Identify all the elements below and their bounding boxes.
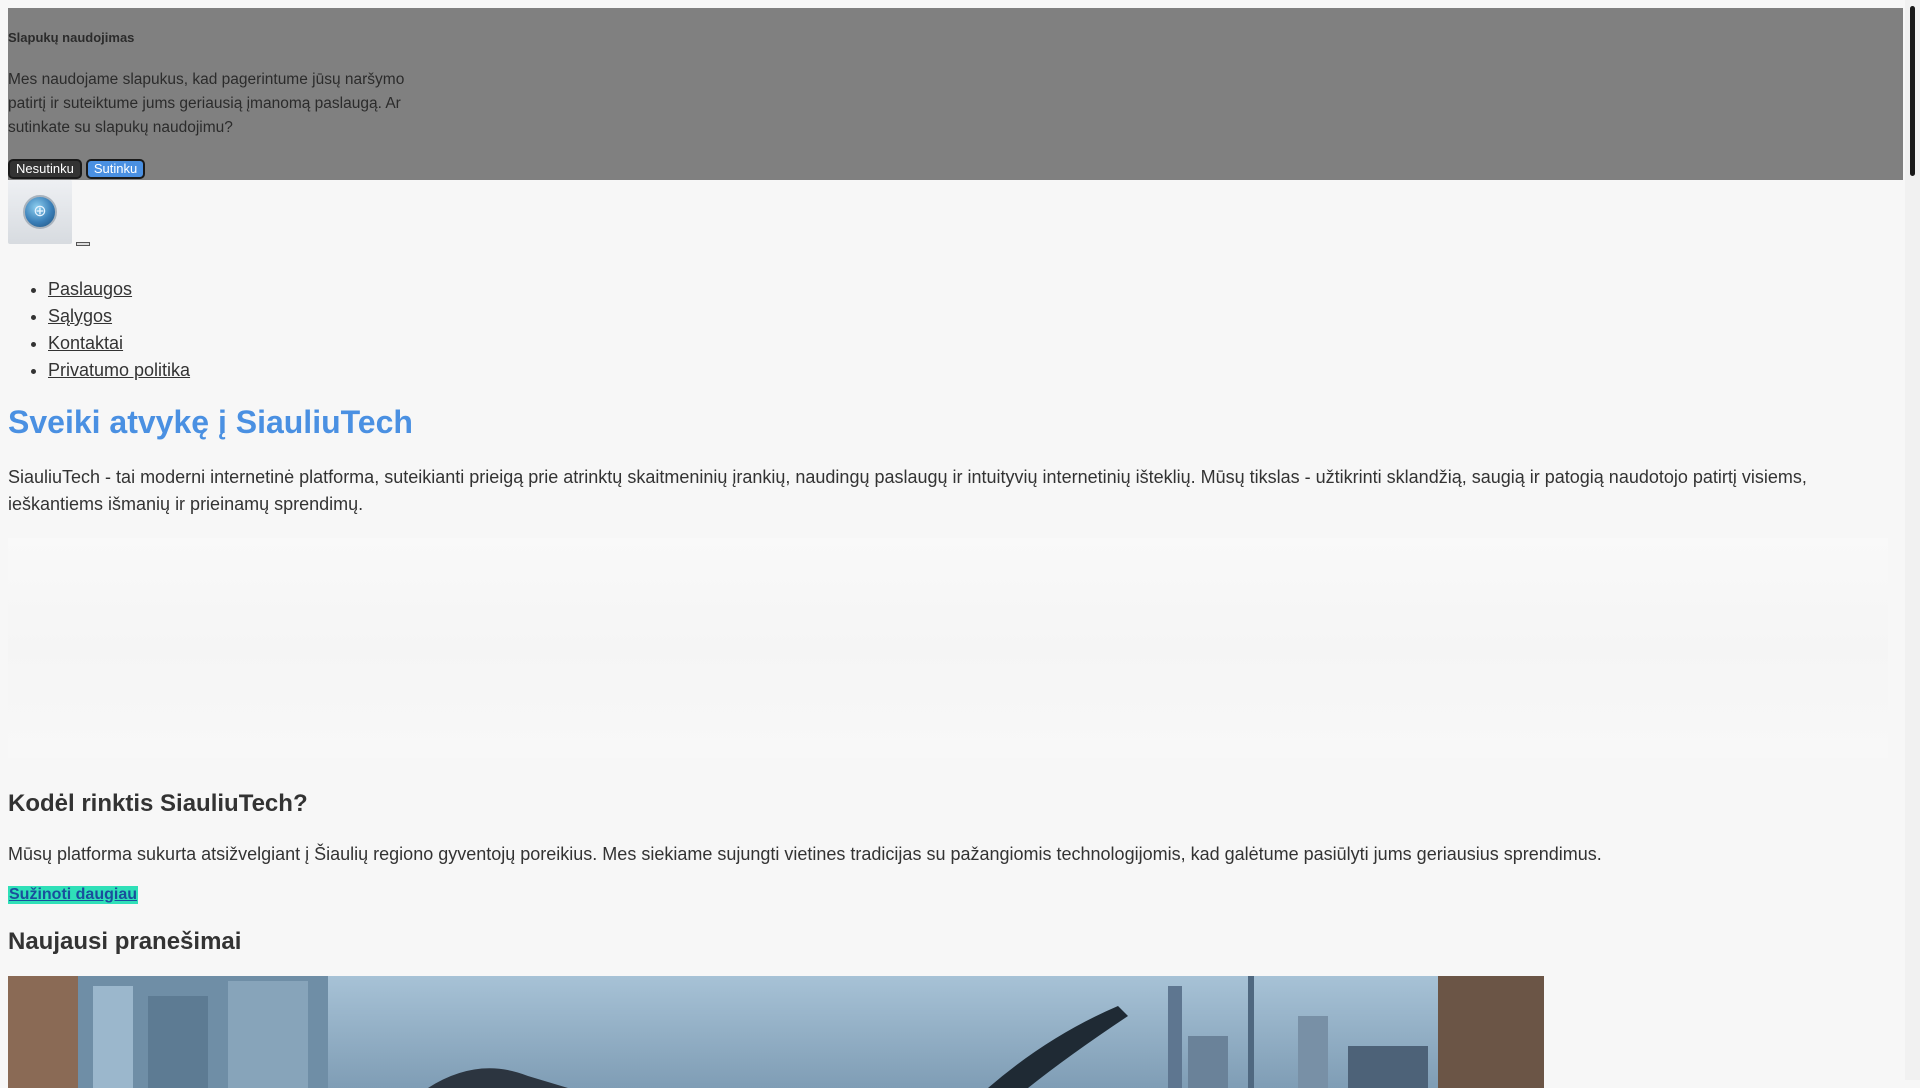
cookie-actions: Nesutinku Sutinku: [8, 159, 146, 179]
news-featured-image[interactable]: [8, 976, 1544, 1088]
hero-title: Sveiki atvykę į SiauliuTech: [8, 404, 413, 440]
hero-text: SiauliuTech - tai moderni internetinė pl…: [8, 467, 1807, 514]
nav-item-paslaugos: Paslaugos: [48, 276, 190, 303]
scrollbar-thumb[interactable]: [1910, 6, 1915, 176]
nav-link-paslaugos[interactable]: Paslaugos: [48, 279, 132, 299]
banner-placeholder: [8, 538, 1888, 758]
news-section-title: Naujausi pranešimai: [8, 928, 242, 955]
globe-logo-icon: ⊕: [23, 195, 57, 229]
nav-item-privatumo-politika: Privatumo politika: [48, 357, 190, 384]
nav-item-salygos: Sąlygos: [48, 303, 190, 330]
nav-item-kontaktai: Kontaktai: [48, 330, 190, 357]
cookie-banner-text: Mes naudojame slapukus, kad pagerintume …: [8, 71, 405, 136]
nav-link-kontaktai[interactable]: Kontaktai: [48, 333, 123, 353]
city-skyline-image: [8, 976, 1544, 1088]
learn-more-link[interactable]: Sužinoti daugiau: [8, 886, 138, 904]
decline-cookies-button[interactable]: Nesutinku: [8, 159, 82, 179]
nav-link-salygos[interactable]: Sąlygos: [48, 306, 112, 326]
nav-link-privatumo-politika[interactable]: Privatumo politika: [48, 360, 190, 380]
page-scrollbar[interactable]: [1905, 0, 1920, 1080]
site-logo[interactable]: ⊕: [8, 180, 72, 244]
why-section-text: Mūsų platforma sukurta atsižvelgiant į Š…: [8, 844, 1602, 864]
cookie-banner-title: Slapukų naudojimas: [8, 30, 135, 45]
menu-toggle-button[interactable]: [76, 242, 90, 246]
main-navigation: Paslaugos Sąlygos Kontaktai Privatumo po…: [8, 276, 190, 384]
why-section-title: Kodėl rinktis SiauliuTech?: [8, 790, 308, 817]
accept-cookies-button[interactable]: Sutinku: [85, 159, 146, 179]
cookie-banner: Slapukų naudojimas Mes naudojame slapuku…: [8, 8, 1903, 180]
